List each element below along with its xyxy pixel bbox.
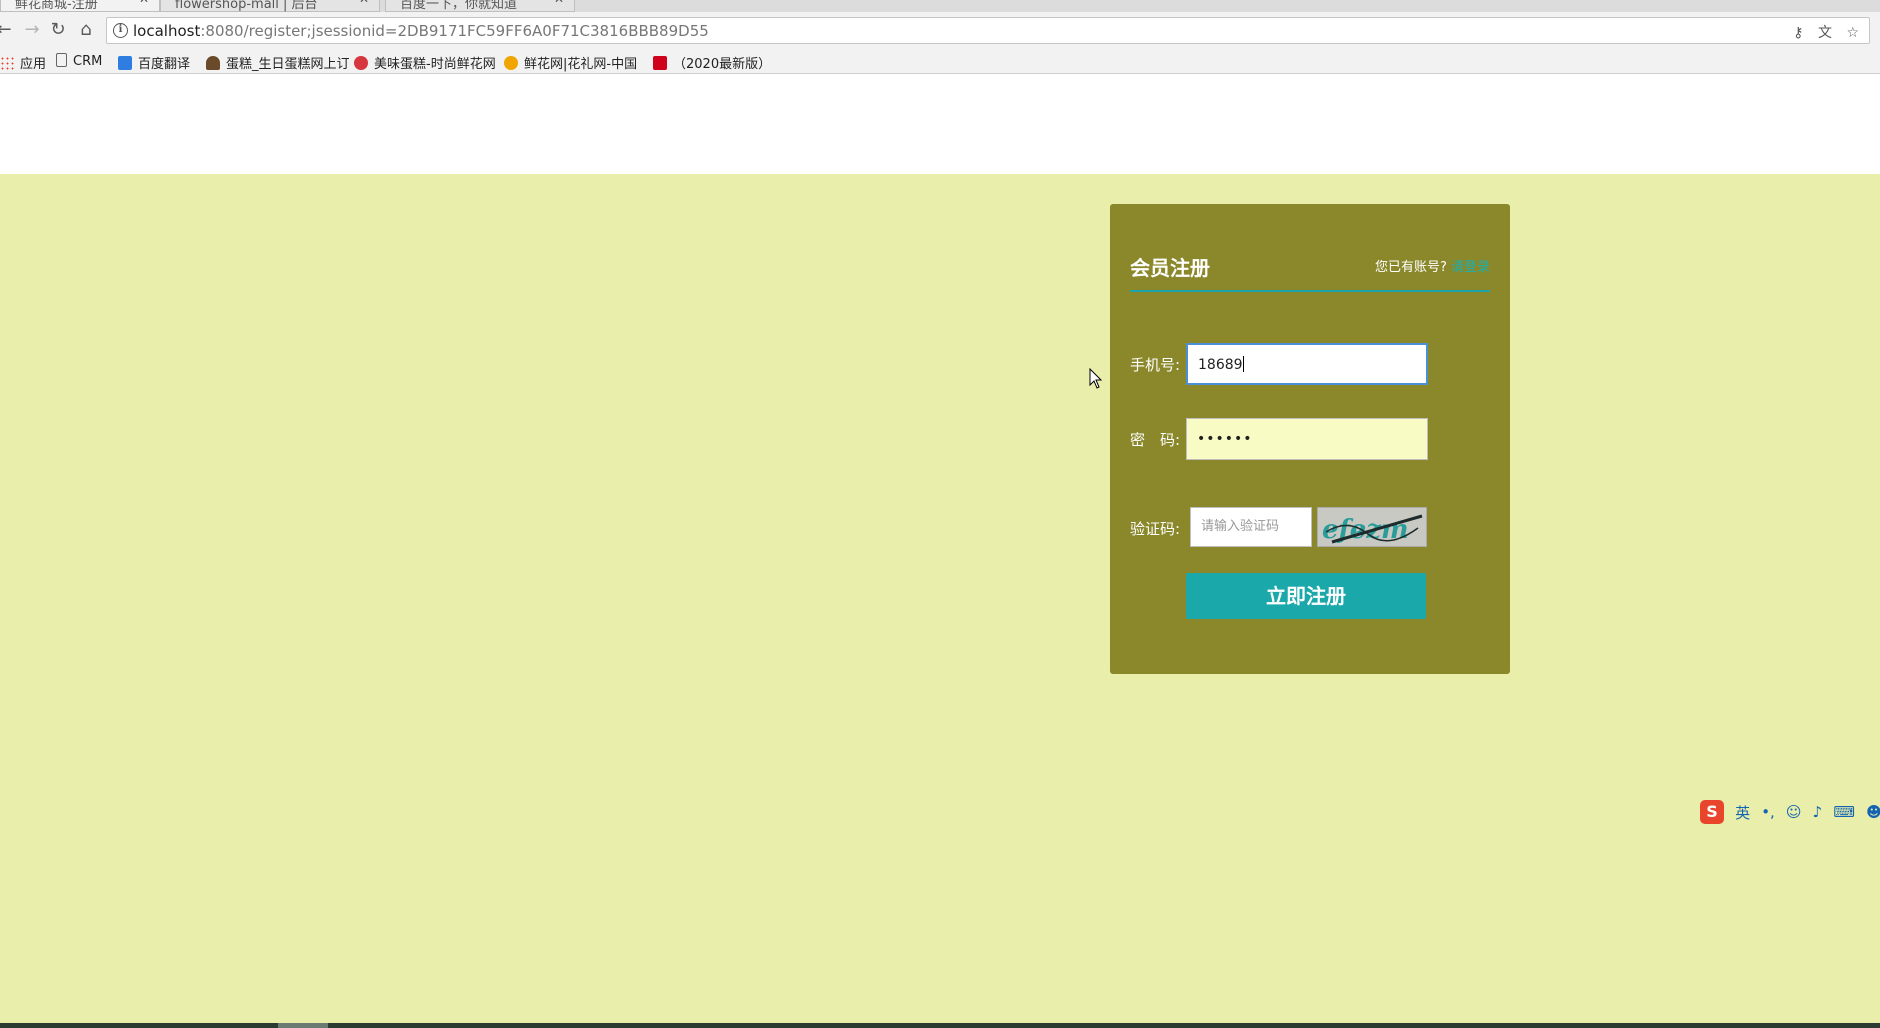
bookmarks-bar: 应用 CRM 百度翻译 蛋糕_生日蛋糕网上订 美味蛋糕-时尚鲜花网 鲜花网|花礼… bbox=[0, 49, 1880, 74]
translate-icon[interactable]: 文 bbox=[1818, 25, 1832, 41]
tab-admin[interactable]: flowershop-mall | 后台 ✕ bbox=[160, 0, 380, 12]
tab-register[interactable]: 鲜花商城-注册 ✕ bbox=[0, 0, 160, 12]
bookmark-baidu-translate[interactable]: 百度翻译 bbox=[118, 53, 190, 72]
close-tab-icon[interactable]: ✕ bbox=[139, 0, 149, 6]
ime-toolbar: S 英 •, ☺ ♪ ⌨ ☻ ♜ bbox=[1700, 800, 1880, 826]
emoji-icon[interactable]: ☺ bbox=[1786, 803, 1802, 821]
password-input[interactable]: •••••• bbox=[1186, 418, 1428, 460]
flower-yellow-icon bbox=[504, 56, 518, 70]
address-bar[interactable]: i localhost:8080/register;jsessionid=2DB… bbox=[106, 17, 1870, 44]
text-caret bbox=[1242, 356, 1244, 372]
home-icon[interactable]: ⌂ bbox=[74, 18, 98, 42]
key-icon[interactable]: ⚷ bbox=[1793, 25, 1803, 41]
c-icon bbox=[653, 56, 667, 70]
punctuation-icon[interactable]: •, bbox=[1761, 803, 1775, 821]
url-path: :8080/register;jsessionid=2DB9171FC59FF6… bbox=[200, 22, 709, 40]
login-link[interactable]: 请登录 bbox=[1451, 260, 1490, 275]
taskbar-segment bbox=[278, 1023, 328, 1028]
bookmark-flower[interactable]: 美味蛋糕-时尚鲜花网 bbox=[354, 53, 496, 72]
forward-icon[interactable]: → bbox=[20, 18, 44, 42]
panel-title: 会员注册 bbox=[1130, 256, 1210, 280]
close-tab-icon[interactable]: ✕ bbox=[554, 0, 564, 6]
tab-strip: 鲜花商城-注册 ✕ flowershop-mall | 后台 ✕ 百度一下，你就… bbox=[0, 0, 1880, 12]
taskbar-edge bbox=[0, 1023, 1880, 1028]
register-panel: 会员注册 您已有账号? 请登录 手机号: 18689 密 码: •••••• 验… bbox=[1110, 204, 1510, 674]
bookmark-cake[interactable]: 蛋糕_生日蛋糕网上订 bbox=[206, 53, 350, 72]
site-header bbox=[0, 74, 1880, 174]
microphone-icon[interactable]: ♪ bbox=[1813, 803, 1823, 821]
tab-baidu[interactable]: 百度一下，你就知道 ✕ bbox=[385, 0, 575, 12]
bookmark-label: 美味蛋糕-时尚鲜花网 bbox=[374, 57, 496, 72]
bookmark-label: CRM bbox=[73, 54, 103, 69]
bookmark-label: （2020最新版） bbox=[673, 57, 772, 72]
reload-icon[interactable]: ↻ bbox=[46, 18, 70, 42]
browser-toolbar: ← → ↻ ⌂ i localhost:8080/register;jsessi… bbox=[0, 12, 1880, 49]
omnibox-actions: ⚷ 文 ☆ bbox=[1783, 22, 1859, 42]
captcha-label: 验证码: bbox=[1130, 520, 1181, 538]
bookmark-label: 百度翻译 bbox=[138, 57, 191, 72]
keyboard-icon[interactable]: ⌨ bbox=[1833, 803, 1855, 821]
bookmark-flower-gift[interactable]: 鲜花网|花礼网-中国 bbox=[504, 53, 637, 72]
ime-mode[interactable]: 英 bbox=[1735, 802, 1750, 823]
password-label: 密 码: bbox=[1130, 431, 1181, 449]
mouse-cursor-icon bbox=[1089, 368, 1103, 389]
cake-icon bbox=[206, 56, 220, 70]
bookmark-2020[interactable]: （2020最新版） bbox=[653, 53, 771, 72]
title-divider bbox=[1130, 290, 1490, 292]
back-icon[interactable]: ← bbox=[0, 18, 16, 42]
apps-icon bbox=[0, 56, 14, 70]
bookmark-label: 蛋糕_生日蛋糕网上订 bbox=[226, 57, 350, 72]
login-prompt: 您已有账号? bbox=[1374, 260, 1447, 275]
info-icon[interactable]: i bbox=[113, 23, 128, 38]
password-value: •••••• bbox=[1197, 431, 1253, 447]
page-background bbox=[0, 174, 1880, 1024]
sogou-logo-icon[interactable]: S bbox=[1700, 800, 1724, 824]
register-button[interactable]: 立即注册 bbox=[1186, 573, 1426, 619]
tab-title: flowershop-mall | 后台 bbox=[175, 0, 318, 12]
bookmark-label: 应用 bbox=[20, 57, 47, 72]
bookmark-apps[interactable]: 应用 bbox=[0, 53, 46, 72]
url-text: localhost:8080/register;jsessionid=2DB91… bbox=[133, 22, 709, 40]
translate-icon bbox=[118, 56, 132, 70]
star-icon[interactable]: ☆ bbox=[1846, 25, 1859, 41]
captcha-input[interactable]: 请输入验证码 bbox=[1190, 507, 1312, 547]
url-host: localhost bbox=[133, 22, 201, 40]
bookmark-label: 鲜花网|花礼网-中国 bbox=[524, 57, 638, 72]
captcha-graphic: efezm bbox=[1322, 514, 1423, 545]
phone-label: 手机号: bbox=[1130, 356, 1181, 374]
user-icon[interactable]: ☻ bbox=[1866, 803, 1880, 821]
bookmark-crm[interactable]: CRM bbox=[56, 53, 102, 69]
close-tab-icon[interactable]: ✕ bbox=[359, 0, 369, 6]
tab-title: 鲜花商城-注册 bbox=[15, 0, 98, 12]
captcha-image[interactable]: efezm bbox=[1317, 507, 1427, 547]
phone-value: 18689 bbox=[1198, 357, 1243, 373]
page-icon bbox=[56, 53, 67, 67]
tab-title: 百度一下，你就知道 bbox=[400, 0, 518, 12]
flower-icon bbox=[354, 56, 368, 70]
phone-input[interactable]: 18689 bbox=[1186, 343, 1428, 385]
login-hint: 您已有账号? 请登录 bbox=[1375, 256, 1490, 275]
